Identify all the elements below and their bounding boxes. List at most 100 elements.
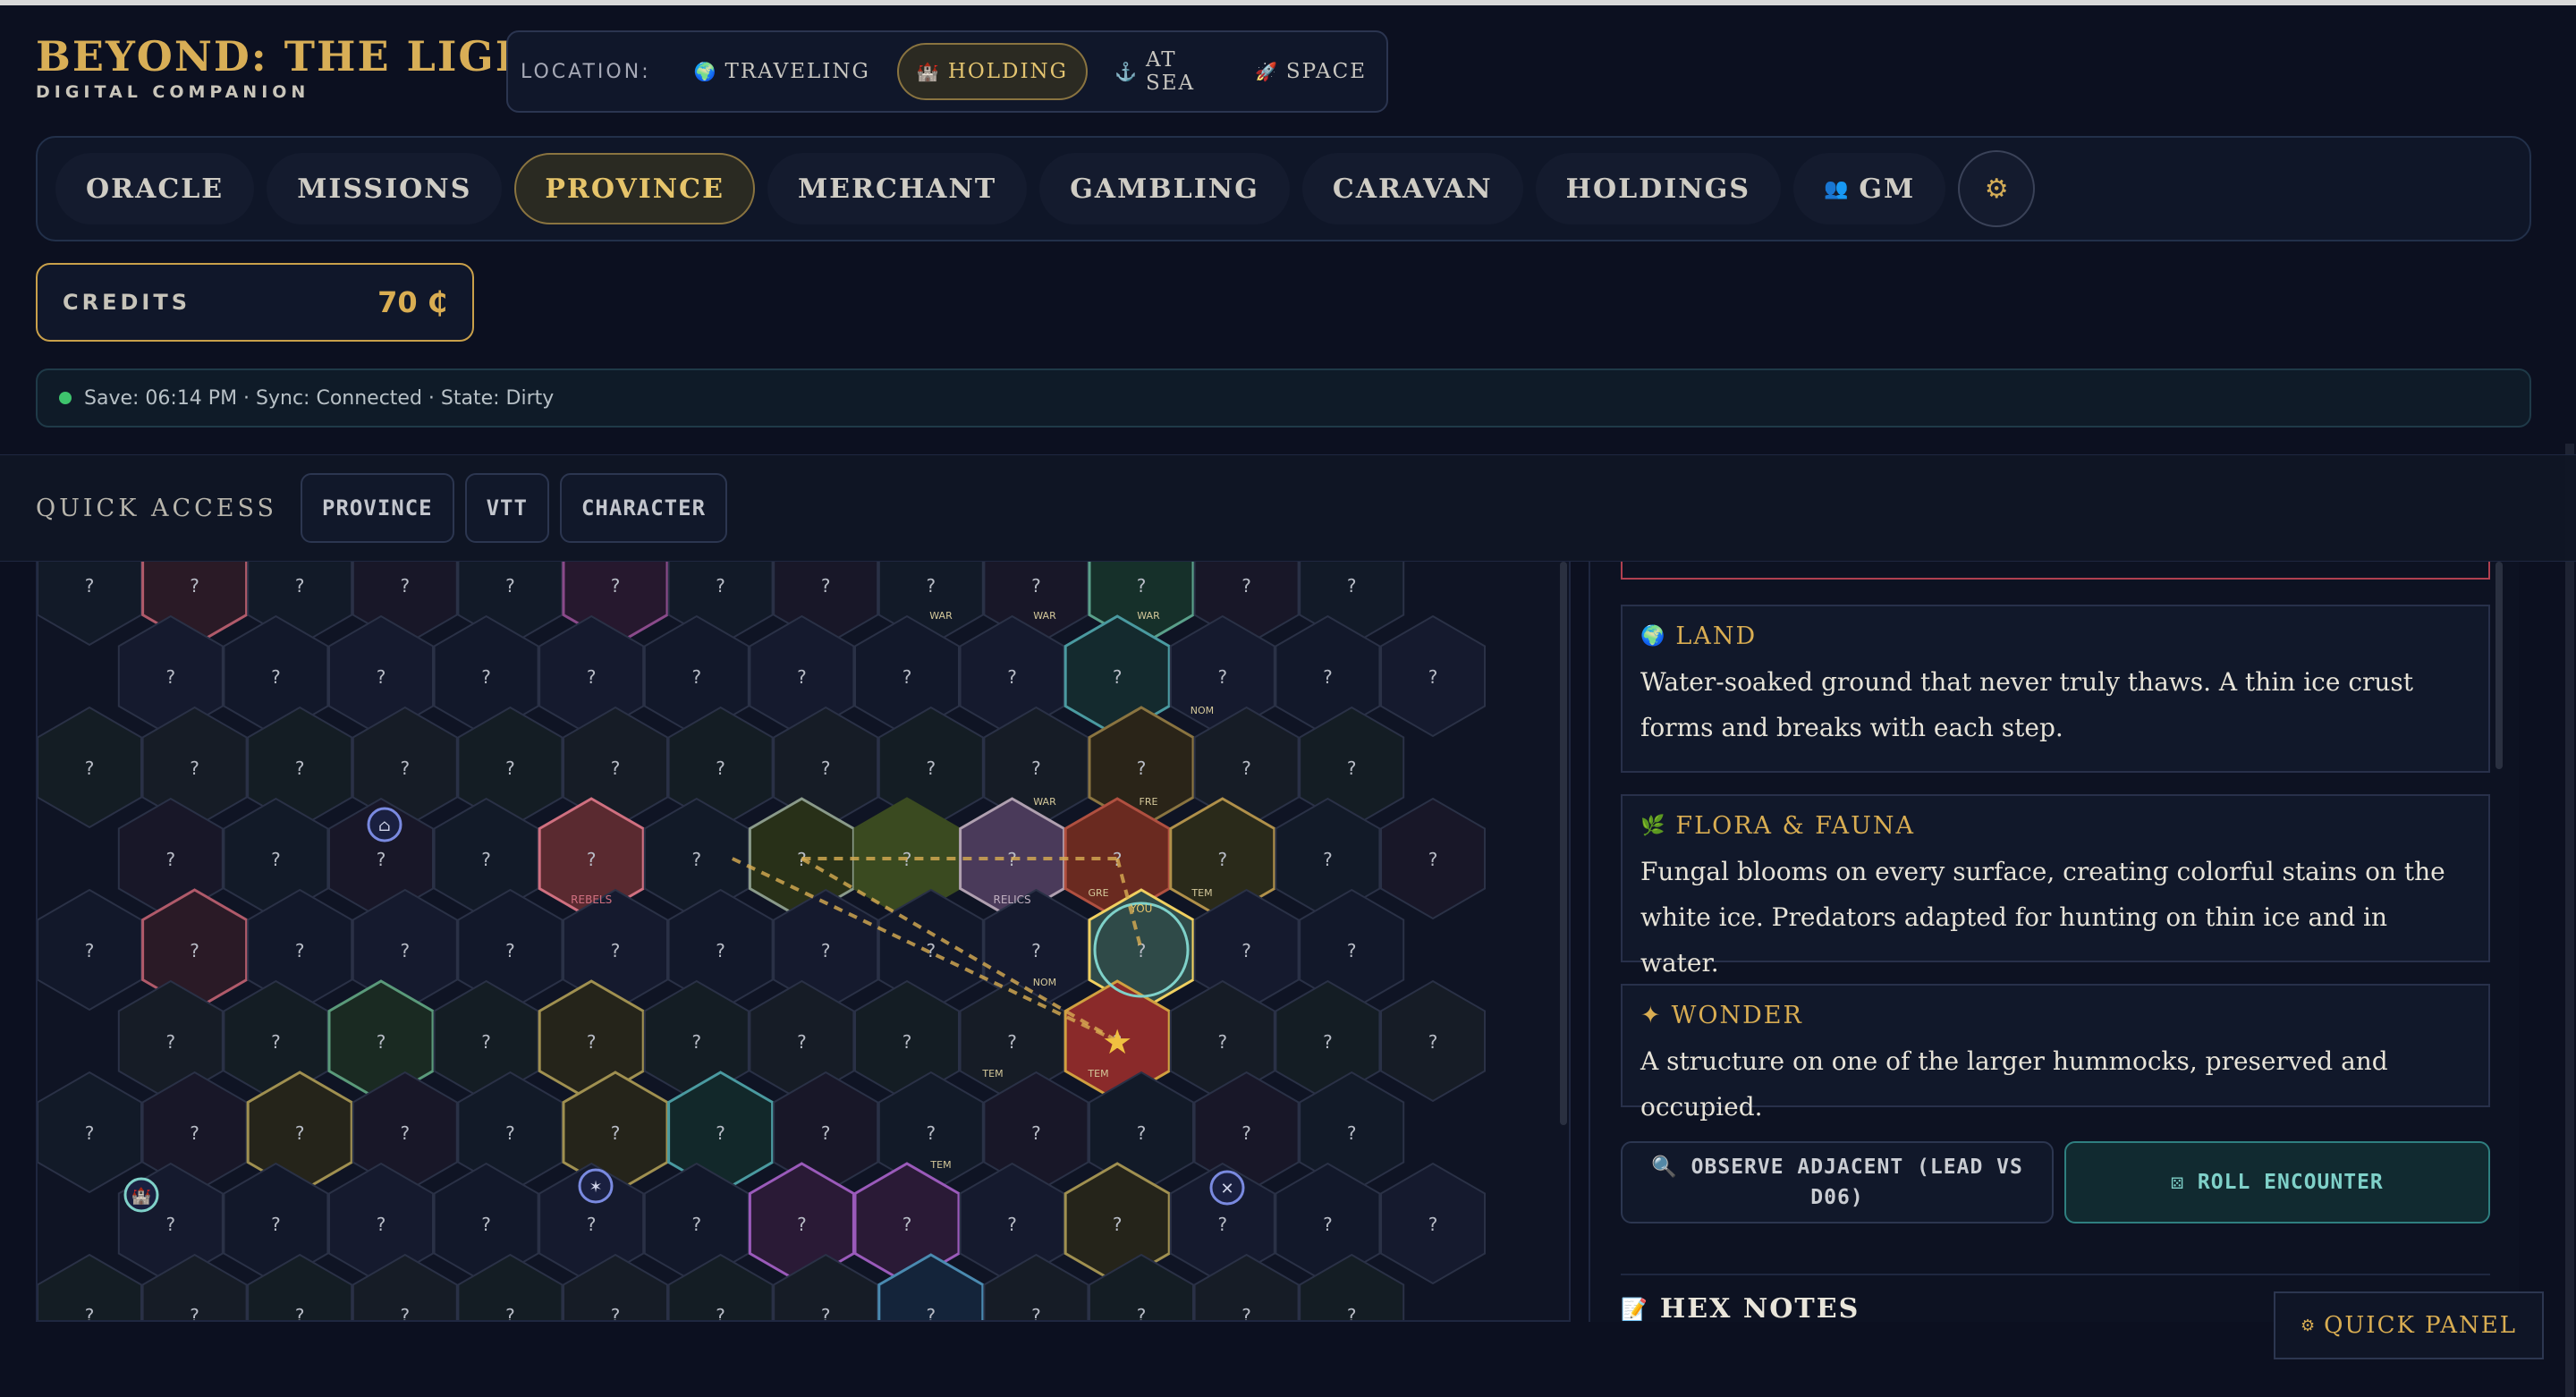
star-icon: ★ [1102, 1022, 1132, 1062]
land-card: 🌍 LAND Water-soaked ground that never tru… [1621, 605, 2490, 773]
hex-unknown-label: ? [716, 940, 725, 961]
tab-caravan[interactable]: CARAVAN [1301, 153, 1523, 224]
hex-unknown-label: ? [377, 1214, 386, 1235]
gear-icon: ⚙ [2300, 1316, 2318, 1335]
tab-holdings[interactable]: HOLDINGS [1535, 153, 1781, 224]
marker-icon: ✶ [589, 1178, 602, 1197]
hex-unknown-label: ? [1031, 1305, 1041, 1322]
hex-unknown-label: ? [926, 575, 936, 597]
you-label: YOU [1130, 902, 1153, 915]
location-option-label: HOLDING [947, 60, 1069, 83]
quick-vtt-button[interactable]: VTT [464, 473, 549, 543]
hex-unknown-label: ? [926, 1122, 936, 1144]
tab-missions[interactable]: MISSIONS [267, 153, 503, 224]
hex-unknown-label: ? [587, 1214, 597, 1235]
hex-unknown-label: ? [85, 758, 95, 779]
hex-unknown-label: ? [1217, 1031, 1227, 1053]
hex-unknown-label: ? [1217, 666, 1227, 688]
quick-access-label: QUICK ACCESS [36, 494, 278, 522]
top-edge [0, 0, 2576, 5]
hex-unknown-label: ? [716, 575, 725, 597]
tab-oracle[interactable]: ORACLE [55, 153, 255, 224]
hex-unknown-label: ? [190, 758, 199, 779]
hex-unknown-label: ? [295, 940, 305, 961]
hex-unknown-label: ? [85, 1305, 95, 1322]
hex-unknown-label: ? [481, 849, 491, 870]
hex-tag-label: TEM [1087, 1068, 1108, 1080]
hex-map[interactable]: ????????????????????????????????????????… [38, 562, 1571, 1322]
hex-unknown-label: ? [481, 666, 491, 688]
hex-tag-label: TEM [981, 1068, 1003, 1080]
flora-fauna-title: FLORA & FAUNA [1675, 812, 1915, 840]
brand: BEYOND: THE LIGHT DIGITAL COMPANION [36, 32, 568, 102]
hex-unknown-label: ? [295, 1122, 305, 1144]
hex-unknown-label: ? [1428, 849, 1438, 870]
divider [1621, 1274, 2490, 1275]
hex-unknown-label: ? [1137, 758, 1147, 779]
location-space-button[interactable]: 🚀 SPACE [1235, 43, 1386, 100]
marker-icon: 🏰 [131, 1187, 151, 1206]
main-nav: ORACLE MISSIONS PROVINCE MERCHANT GAMBLI… [36, 136, 2531, 241]
location-traveling-button[interactable]: 🌍 TRAVELING [674, 43, 890, 100]
quick-panel-button[interactable]: ⚙ QUICK PANEL [2274, 1291, 2544, 1359]
encounter-card [1621, 562, 2490, 580]
hex-unknown-label: ? [1241, 758, 1251, 779]
hex-unknown-label: ? [505, 1305, 515, 1322]
hex-unknown-label: ? [1217, 1214, 1227, 1235]
tab-merchant[interactable]: MERCHANT [767, 153, 1028, 224]
status-text: Save: 06:14 PM · Sync: Connected · State… [84, 386, 555, 410]
hex-unknown-label: ? [1031, 758, 1041, 779]
hex-unknown-label: ? [821, 1305, 831, 1322]
hex-unknown-label: ? [821, 940, 831, 961]
observe-adjacent-button[interactable]: 🔍 OBSERVE ADJACENT (LEAD VS D06) [1621, 1141, 2054, 1223]
hex-unknown-label: ? [611, 1122, 621, 1144]
hex-notes-label: HEX NOTES [1659, 1293, 1860, 1322]
hex-unknown-label: ? [377, 666, 386, 688]
roll-encounter-label: ROLL ENCOUNTER [2197, 1171, 2384, 1194]
hex-unknown-label: ? [271, 1031, 281, 1053]
hex-unknown-label: ? [505, 758, 515, 779]
quick-character-button[interactable]: CHARACTER [559, 473, 728, 543]
hex-unknown-label: ? [611, 1305, 621, 1322]
hex-unknown-label: ? [377, 849, 386, 870]
hex-unknown-label: ? [400, 575, 410, 597]
location-at-sea-button[interactable]: ⚓ AT SEA [1095, 43, 1228, 100]
hex-notes-heading: 📝 HEX NOTES [1621, 1293, 1860, 1322]
location-label: LOCATION: [521, 60, 651, 83]
settings-button[interactable]: ⚙ [1958, 150, 2036, 227]
hex-unknown-label: ? [165, 666, 175, 688]
rebels-label: REBELS [571, 893, 612, 906]
hex-unknown-label: ? [400, 1305, 410, 1322]
land-text: Water-soaked ground that never truly tha… [1640, 667, 2414, 742]
hex-unknown-label: ? [190, 1122, 199, 1144]
hex-unknown-label: ? [926, 1305, 936, 1322]
page-scrollbar[interactable] [2565, 444, 2574, 1397]
hex-unknown-label: ? [926, 758, 936, 779]
sparkle-icon: ✦ [1640, 1002, 1663, 1029]
roll-encounter-button[interactable]: ⚄ ROLL ENCOUNTER [2064, 1141, 2490, 1223]
tab-gambling[interactable]: GAMBLING [1039, 153, 1290, 224]
map-scrollbar[interactable] [1560, 562, 1567, 1125]
location-holding-button[interactable]: 🏰 HOLDING [896, 43, 1089, 100]
hex-unknown-label: ? [797, 1214, 807, 1235]
people-icon: 👥 [1823, 177, 1851, 200]
tab-province[interactable]: PROVINCE [514, 153, 755, 224]
tab-gm[interactable]: 👥 GM [1792, 153, 1946, 224]
hex-unknown-label: ? [1241, 575, 1251, 597]
hex-map-panel[interactable]: ????????????????????????????????????????… [36, 562, 1571, 1322]
quick-province-button[interactable]: PROVINCE [301, 473, 454, 543]
detail-scrollbar[interactable] [2496, 562, 2503, 769]
hex-unknown-label: ? [691, 1031, 701, 1053]
hex-detail-panel: 🌍 LAND Water-soaked ground that never tru… [1589, 562, 2519, 1322]
hex-tile[interactable] [38, 562, 142, 647]
flora-fauna-card: 🌿 FLORA & FAUNA Fungal blooms on every su… [1621, 794, 2490, 978]
hex-unknown-label: ? [587, 666, 597, 688]
hex-unknown-label: ? [1217, 849, 1227, 870]
hex-unknown-label: ? [505, 575, 515, 597]
hex-tag-label: FRE [1140, 796, 1158, 808]
hex-unknown-label: ? [902, 1214, 912, 1235]
hex-unknown-label: ? [1031, 940, 1041, 961]
location-option-label: SPACE [1285, 60, 1367, 83]
anchor-icon: ⚓ [1114, 61, 1139, 82]
hex-tag-label: TEM [929, 1159, 951, 1171]
